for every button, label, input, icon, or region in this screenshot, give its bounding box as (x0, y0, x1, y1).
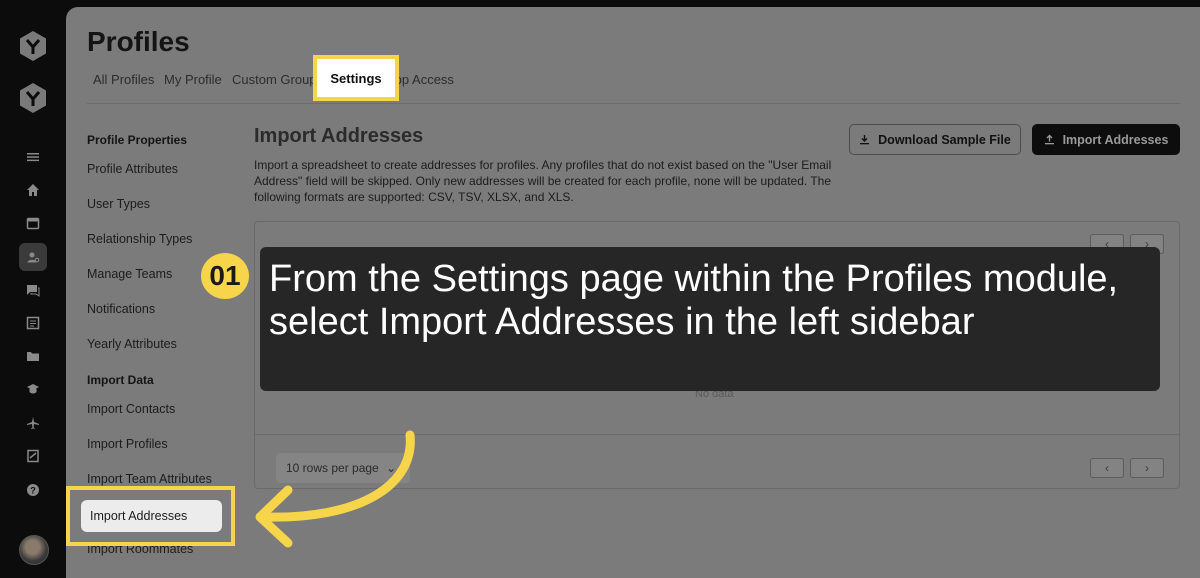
chat-icon[interactable] (24, 281, 42, 299)
sidebar-item-import-contacts[interactable]: Import Contacts (87, 402, 175, 416)
content-title: Import Addresses (254, 125, 424, 147)
sidebar-item-profile-attributes[interactable]: Profile Attributes (87, 162, 178, 176)
import-addresses-button[interactable]: Import Addresses (1032, 124, 1180, 155)
sidebar-item-import-profiles[interactable]: Import Profiles (87, 437, 168, 451)
home-icon[interactable] (24, 181, 42, 199)
calendar-icon[interactable] (24, 214, 42, 232)
svg-text:?: ? (30, 486, 36, 496)
download-sample-file-label: Download Sample File (878, 132, 1011, 147)
sidebar-item-manage-teams[interactable]: Manage Teams (87, 267, 172, 281)
help-icon[interactable]: ? (24, 481, 42, 499)
document-icon[interactable] (24, 447, 42, 465)
step-badge: 01 (201, 253, 249, 299)
prev-page-button[interactable]: ‹ (1090, 458, 1124, 478)
app-rail: ? (0, 0, 66, 578)
sidebar-item-import-team-attributes[interactable]: Import Team Attributes (87, 472, 212, 486)
page-title: Profiles (87, 26, 190, 57)
pointer-arrow-icon (255, 430, 415, 548)
sidebar-item-import-addresses-highlight: Import Addresses (66, 486, 235, 546)
plane-icon[interactable] (24, 414, 42, 432)
upload-icon (1044, 134, 1054, 145)
logo-icon[interactable] (19, 31, 47, 61)
download-icon (860, 135, 870, 145)
download-sample-file-button[interactable]: Download Sample File (849, 124, 1021, 155)
tab-settings[interactable]: Settings (313, 55, 399, 101)
folder-icon[interactable] (24, 347, 42, 365)
profiles-icon[interactable] (19, 243, 47, 271)
avatar[interactable] (19, 535, 49, 565)
sidebar-item-notifications[interactable]: Notifications (87, 302, 155, 316)
menu-icon[interactable] (24, 148, 42, 166)
profile-properties-heading: Profile Properties (87, 133, 188, 147)
education-icon[interactable] (24, 380, 42, 398)
list-icon[interactable] (24, 314, 42, 332)
sidebar-item-relationship-types[interactable]: Relationship Types (87, 232, 192, 246)
next-page-button[interactable]: › (1130, 458, 1164, 478)
import-addresses-button-label: Import Addresses (1062, 132, 1169, 147)
content-description: Import a spreadsheet to create addresses… (254, 158, 832, 204)
sidebar-item-user-types[interactable]: User Types (87, 197, 150, 211)
sidebar-item-yearly-attributes[interactable]: Yearly Attributes (87, 337, 177, 351)
tabs-divider (87, 103, 1180, 104)
sidebar-item-import-addresses[interactable]: Import Addresses (81, 500, 222, 532)
workspace-logo-icon[interactable] (19, 83, 47, 113)
tab-settings-label: Settings (330, 70, 382, 86)
import-data-heading: Import Data (87, 373, 154, 387)
tab-my-profile[interactable]: My Profile (164, 72, 222, 87)
callout-box: From the Settings page within the Profil… (260, 247, 1160, 391)
tab-all-profiles[interactable]: All Profiles (93, 72, 154, 87)
tab-custom-groups[interactable]: Custom Groups (232, 72, 319, 87)
